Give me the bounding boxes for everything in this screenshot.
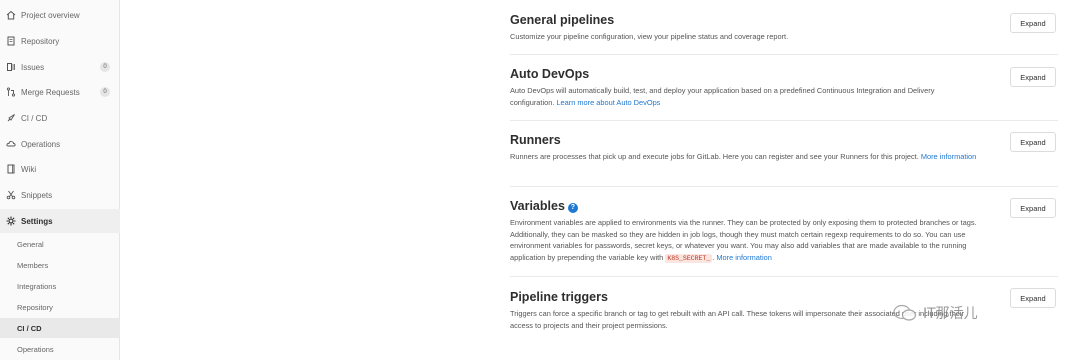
divider (510, 276, 1058, 277)
issues-count-badge: 0 (100, 62, 110, 72)
sidebar-item-ci-cd[interactable]: CI / CD (0, 107, 120, 129)
expand-button[interactable]: Expand (1010, 198, 1056, 218)
section-description: Runners are processes that pick up and e… (510, 151, 980, 163)
description-end: . (712, 252, 715, 262)
sidebar-item-settings[interactable]: Settings (0, 209, 120, 233)
section-description: Environment variables are applied to env… (510, 217, 980, 264)
sidebar-item-label: Issues (21, 62, 45, 72)
settings-sub-operations[interactable]: Operations (0, 339, 120, 359)
variable-prefix-code: K8S_SECRET_ (665, 253, 713, 263)
issues-icon (4, 62, 18, 72)
settings-sub-repository[interactable]: Repository (0, 297, 120, 317)
sidebar-item-label: Repository (21, 36, 60, 46)
sidebar-item-project-overview[interactable]: Project overview (0, 4, 120, 26)
sidebar-item-repository[interactable]: Repository (0, 30, 120, 52)
settings-sub-ci-cd[interactable]: CI / CD (0, 318, 120, 338)
section-general-pipelines: General pipelines Customize your pipelin… (510, 13, 1058, 43)
book-icon (4, 164, 18, 174)
gear-icon (4, 216, 18, 226)
sidebar: Project overview Repository Issues 0 Mer… (0, 0, 120, 360)
section-description: Auto DevOps will automatically build, te… (510, 85, 980, 108)
expand-button[interactable]: Expand (1010, 132, 1056, 152)
watermark-text: IT那活儿 (923, 306, 978, 322)
sidebar-item-issues[interactable]: Issues 0 (0, 56, 120, 78)
home-icon (4, 10, 18, 20)
section-title-text: Variables (510, 199, 565, 213)
settings-sub-integrations[interactable]: Integrations (0, 276, 120, 296)
expand-button[interactable]: Expand (1010, 67, 1056, 87)
sidebar-item-wiki[interactable]: Wiki (0, 158, 120, 180)
sidebar-item-label: Settings (21, 216, 53, 226)
merge-requests-count-badge: 0 (100, 87, 110, 97)
sidebar-item-label: Merge Requests (21, 87, 80, 97)
learn-more-link[interactable]: Learn more about Auto DevOps (556, 98, 660, 107)
sidebar-item-label: Snippets (21, 190, 53, 200)
watermark: IT那活儿 (893, 303, 978, 323)
repository-icon (4, 36, 18, 46)
section-runners: Runners Runners are processes that pick … (510, 132, 1058, 163)
section-variables: Variables? Environment variables are app… (510, 198, 1058, 264)
more-information-link[interactable]: More information (921, 152, 976, 161)
cloud-icon (4, 139, 18, 149)
wechat-icon (893, 304, 917, 321)
sidebar-item-operations[interactable]: Operations (0, 133, 120, 155)
expand-button[interactable]: Expand (1010, 288, 1056, 308)
rocket-icon (4, 113, 18, 123)
scissors-icon (4, 190, 18, 200)
expand-button[interactable]: Expand (1010, 13, 1056, 33)
help-icon[interactable]: ? (567, 203, 578, 213)
merge-request-icon (4, 87, 18, 97)
sidebar-item-label: Project overview (21, 10, 80, 20)
sidebar-item-merge-requests[interactable]: Merge Requests 0 (0, 81, 120, 103)
section-title: Variables? (510, 199, 1058, 213)
more-information-link[interactable]: More information (716, 253, 771, 262)
divider (510, 120, 1058, 121)
section-title: Runners (510, 133, 561, 147)
description-text: Runners are processes that pick up and e… (510, 152, 919, 161)
settings-sub-general[interactable]: General (0, 234, 120, 254)
divider (510, 186, 1058, 187)
settings-sub-members[interactable]: Members (0, 255, 120, 275)
sidebar-item-snippets[interactable]: Snippets (0, 184, 120, 206)
section-description: Customize your pipeline configuration, v… (510, 32, 789, 41)
section-title: General pipelines (510, 13, 615, 27)
divider (510, 54, 1058, 55)
sidebar-item-label: CI / CD (21, 113, 48, 123)
sidebar-item-label: Wiki (21, 164, 37, 174)
section-title: Auto DevOps (510, 67, 590, 81)
sidebar-item-label: Operations (21, 139, 61, 149)
section-auto-devops: Auto DevOps Auto DevOps will automatical… (510, 67, 1058, 108)
section-title: Pipeline triggers (510, 290, 608, 304)
